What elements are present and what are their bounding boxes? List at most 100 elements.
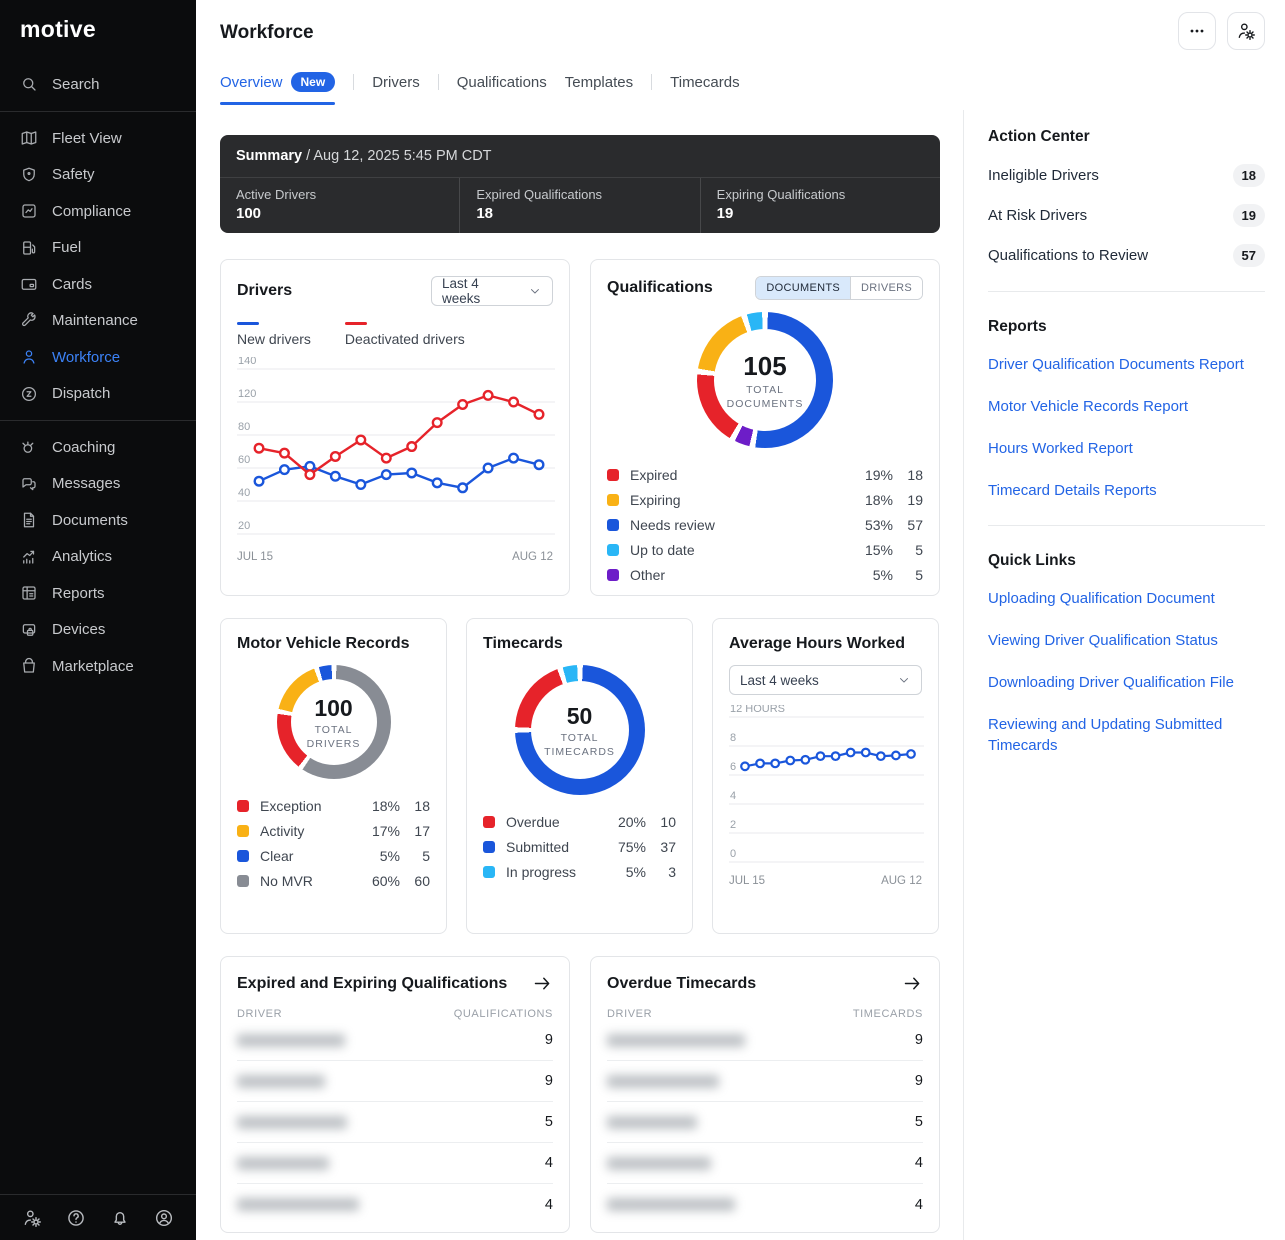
sidebar-item-dispatch[interactable]: Dispatch — [0, 376, 196, 413]
tab-bar: Overview New Drivers Qualifications Temp… — [220, 72, 940, 105]
svg-text:0: 0 — [730, 848, 736, 860]
sidebar-item-fleet-view[interactable]: Fleet View — [0, 120, 196, 157]
sidebar-item-documents[interactable]: Documents — [0, 502, 196, 539]
admin-settings-button[interactable] — [1227, 12, 1265, 50]
card-title: Average Hours Worked — [729, 635, 922, 653]
sidebar-item-messages[interactable]: Messages — [0, 466, 196, 503]
table-row[interactable]: 4 — [607, 1143, 923, 1184]
drivers-range-select[interactable]: Last 4 weeks — [431, 276, 553, 306]
analytics-icon — [20, 548, 38, 566]
sidebar-search[interactable]: Search — [0, 65, 196, 103]
link-uploading-qualification-document[interactable]: Uploading Qualification Document — [988, 588, 1265, 609]
drivers-line-chart: 14012080604020 — [237, 357, 555, 549]
driver-name-redacted — [237, 1198, 359, 1211]
count-badge: 57 — [1233, 244, 1265, 267]
sidebar-item-devices[interactable]: Devices — [0, 612, 196, 649]
table-row[interactable]: 9 — [607, 1061, 923, 1102]
wrench-icon — [20, 312, 38, 330]
main-content: Workforce Overview New Drivers Qualifica… — [220, 0, 940, 1233]
dispatch-icon — [20, 385, 38, 403]
driver-name-redacted — [607, 1116, 697, 1129]
table-row[interactable]: 9 — [237, 1061, 553, 1102]
overdue-timecards-table: Overdue Timecards DRIVER TIMECARDS 9 9 — [590, 956, 940, 1233]
more-options-button[interactable] — [1178, 12, 1216, 50]
table-row[interactable]: 4 — [237, 1143, 553, 1184]
devices-icon — [20, 621, 38, 639]
tab-overview[interactable]: Overview New — [220, 72, 335, 105]
sidebar-item-analytics[interactable]: Analytics — [0, 539, 196, 576]
card-title: Drivers — [237, 282, 292, 300]
link-motor-vehicle-records-report[interactable]: Motor Vehicle Records Report — [988, 396, 1265, 417]
table-row[interactable]: 4 — [237, 1184, 553, 1225]
help-icon[interactable] — [66, 1208, 86, 1228]
link-hours-worked-report[interactable]: Hours Worked Report — [988, 438, 1265, 459]
table-row[interactable]: 4 — [607, 1184, 923, 1225]
sidebar-item-reports[interactable]: Reports — [0, 575, 196, 612]
summary-timestamp: Aug 12, 2025 5:45 PM CDT — [313, 148, 491, 164]
sidebar-item-fuel[interactable]: Fuel — [0, 230, 196, 267]
legend-up-to-date: Up to date 15% 5 — [607, 537, 923, 562]
arrow-right-icon[interactable] — [532, 973, 553, 994]
driver-name-redacted — [237, 1034, 345, 1047]
workforce-dashboard: motive Search Fleet View Safety Complian… — [0, 0, 1285, 1240]
count-badge: 18 — [1233, 164, 1265, 187]
sidebar-item-safety[interactable]: Safety — [0, 157, 196, 194]
link-timecard-details-reports[interactable]: Timecard Details Reports — [988, 480, 1265, 501]
toggle-documents[interactable]: DOCUMENTS — [756, 277, 850, 299]
legend-clear: Clear 5% 5 — [237, 843, 430, 868]
profile-icon[interactable] — [154, 1208, 174, 1228]
sidebar-item-workforce[interactable]: Workforce — [0, 339, 196, 376]
tab-templates[interactable]: Templates — [565, 74, 633, 104]
table-row[interactable]: 9 — [237, 1020, 553, 1061]
timecards-card: Timecards 50 TOTAL TIMECARDS Overdue 20%… — [466, 618, 693, 934]
notifications-icon[interactable] — [110, 1208, 130, 1228]
link-reviewing-updating-submitted-timecards[interactable]: Reviewing and Updating Submitted Timecar… — [988, 714, 1265, 756]
summary-header: Summary / Aug 12, 2025 5:45 PM CDT — [220, 135, 940, 178]
sidebar-item-cards[interactable]: Cards — [0, 266, 196, 303]
page-title: Workforce — [220, 22, 940, 44]
legend-overdue: Overdue 20% 10 — [483, 809, 676, 834]
legend-in-progress: In progress 5% 3 — [483, 859, 676, 884]
summary-card: Summary / Aug 12, 2025 5:45 PM CDT Activ… — [220, 135, 940, 233]
avg-hours-card: Average Hours Worked Last 4 weeks 12 HOU… — [712, 618, 939, 934]
table-columns: DRIVER QUALIFICATIONS — [237, 1008, 553, 1020]
svg-text:2: 2 — [730, 819, 736, 831]
avg-hours-line-chart: 12 HOURS86420 — [729, 705, 924, 873]
table-row[interactable]: 5 — [237, 1102, 553, 1143]
driver-name-redacted — [237, 1157, 329, 1170]
sidebar-item-maintenance[interactable]: Maintenance — [0, 303, 196, 340]
arrow-right-icon[interactable] — [902, 973, 923, 994]
svg-text:12 HOURS: 12 HOURS — [730, 705, 785, 715]
sidebar-item-marketplace[interactable]: Marketplace — [0, 648, 196, 685]
sidebar: motive Search Fleet View Safety Complian… — [0, 0, 196, 1240]
expired-expiring-qualifications-table: Expired and Expiring Qualifications DRIV… — [220, 956, 570, 1233]
legend-new-drivers: New drivers — [237, 322, 311, 347]
admin-icon[interactable] — [22, 1208, 42, 1228]
stat-expiring-qualifications: Expiring Qualifications 19 — [700, 178, 940, 233]
legend-exception: Exception 18% 18 — [237, 793, 430, 818]
tab-drivers[interactable]: Drivers — [372, 74, 420, 104]
link-downloading-driver-qualification-file[interactable]: Downloading Driver Qualification File — [988, 672, 1265, 693]
action-ineligible-drivers[interactable]: Ineligible Drivers 18 — [988, 164, 1265, 187]
avg-hours-range-select[interactable]: Last 4 weeks — [729, 665, 922, 695]
link-viewing-driver-qualification-status[interactable]: Viewing Driver Qualification Status — [988, 630, 1265, 651]
tab-timecards[interactable]: Timecards — [670, 74, 739, 104]
stat-active-drivers: Active Drivers 100 — [220, 178, 459, 233]
action-at-risk-drivers[interactable]: At Risk Drivers 19 — [988, 204, 1265, 227]
card-icon — [20, 275, 38, 293]
panel-divider — [988, 525, 1265, 526]
motive-logo: motive — [0, 0, 196, 43]
sidebar-item-coaching[interactable]: Coaching — [0, 429, 196, 466]
tab-qualifications[interactable]: Qualifications — [457, 74, 547, 104]
table-row[interactable]: 9 — [607, 1020, 923, 1061]
legend-no-mvr: No MVR 60% 60 — [237, 868, 430, 893]
search-label: Search — [52, 76, 100, 93]
link-driver-qualification-documents-report[interactable]: Driver Qualification Documents Report — [988, 354, 1265, 375]
sidebar-item-compliance[interactable]: Compliance — [0, 193, 196, 230]
action-qualifications-to-review[interactable]: Qualifications to Review 57 — [988, 244, 1265, 267]
panel-divider — [988, 291, 1265, 292]
table-row[interactable]: 5 — [607, 1102, 923, 1143]
toggle-drivers[interactable]: DRIVERS — [850, 277, 922, 299]
legend-swatch — [237, 322, 259, 325]
count-badge: 19 — [1233, 204, 1265, 227]
